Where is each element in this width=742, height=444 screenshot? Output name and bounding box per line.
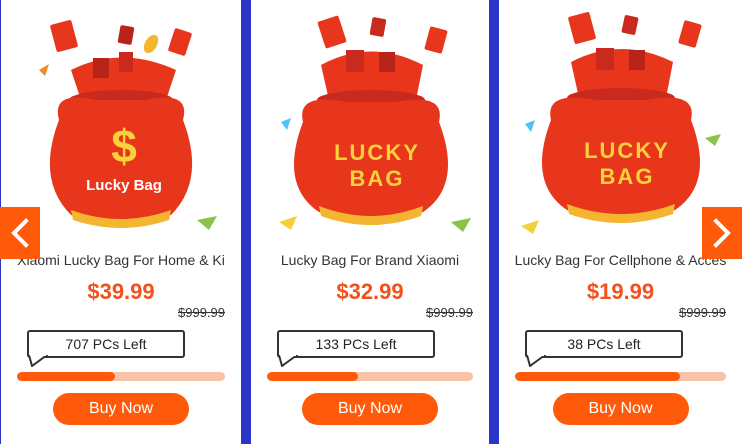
sale-price: $19.99 xyxy=(586,279,655,304)
stock-progress-bar xyxy=(17,372,225,381)
stock-progress-fill xyxy=(515,372,680,381)
sale-price: $39.99 xyxy=(87,279,155,304)
bag-graphic: LUCKY BAG xyxy=(294,50,448,225)
sale-price: $32.99 xyxy=(336,279,404,304)
bag-graphic: $ Lucky Bag xyxy=(49,52,193,228)
chevron-left-icon xyxy=(11,218,29,248)
original-price: $999.99 xyxy=(178,305,225,320)
stock-left-bubble: 707 PCs Left xyxy=(27,330,185,358)
buy-now-button[interactable]: Buy Now xyxy=(552,393,689,425)
bubble-tail-icon xyxy=(526,355,546,367)
product-card-2[interactable]: LUCKY BAG Lucky Bag For Brand Xiaomi $32… xyxy=(251,0,489,444)
bag-label-line2: BAG xyxy=(600,164,655,189)
product-title[interactable]: Lucky Bag For Brand Xiaomi xyxy=(251,252,489,270)
stock-progress-fill xyxy=(17,372,115,381)
stock-progress-bar xyxy=(267,372,473,381)
original-price: $999.99 xyxy=(426,305,473,320)
bag-label-line1: LUCKY xyxy=(334,140,420,165)
carousel-prev-button[interactable] xyxy=(0,207,40,259)
stock-left-bubble: 38 PCs Left xyxy=(525,330,683,358)
product-image-lucky-bag[interactable]: LUCKY BAG xyxy=(499,0,742,240)
chevron-right-icon xyxy=(713,218,731,248)
stock-progress-fill xyxy=(267,372,358,381)
original-price: $999.99 xyxy=(679,305,726,320)
bubble-tail-icon xyxy=(278,355,298,367)
bag-label-line2: BAG xyxy=(350,166,405,191)
product-image-lucky-bag[interactable]: $ Lucky Bag xyxy=(1,0,241,240)
carousel-next-button[interactable] xyxy=(702,207,742,259)
stock-left-bubble: 133 PCs Left xyxy=(277,330,435,358)
stock-progress-bar xyxy=(515,372,726,381)
bag-graphic: LUCKY BAG xyxy=(542,48,700,223)
bubble-tail-icon xyxy=(28,355,48,367)
buy-now-button[interactable]: Buy Now xyxy=(53,393,189,425)
product-image-lucky-bag[interactable]: LUCKY BAG xyxy=(251,0,489,240)
buy-now-button[interactable]: Buy Now xyxy=(302,393,438,425)
bag-symbol: $ xyxy=(111,120,137,172)
bag-label-line1: LUCKY xyxy=(584,138,670,163)
bag-label: Lucky Bag xyxy=(86,177,162,194)
